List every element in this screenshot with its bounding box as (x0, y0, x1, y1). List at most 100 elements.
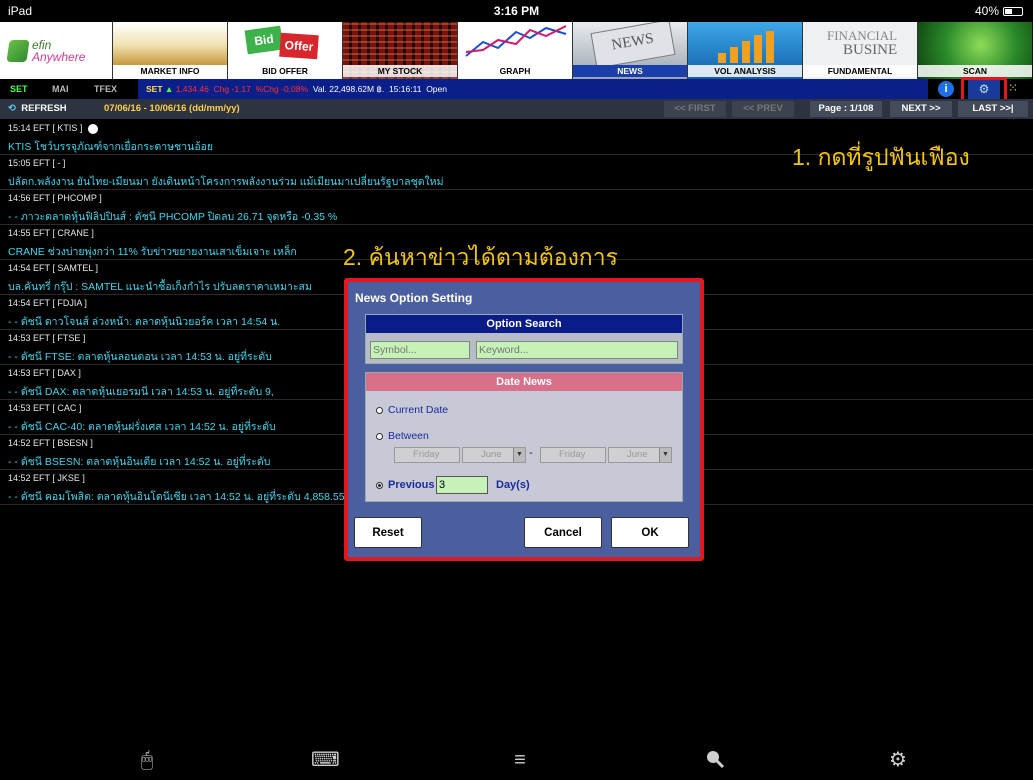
battery-icon (1003, 6, 1023, 16)
first-button[interactable]: << FIRST (664, 101, 726, 117)
menu-news[interactable]: NEWS NEWS (572, 22, 687, 79)
menu-label: VOL ANALYSIS (688, 65, 802, 77)
radio-label: Current Date (388, 404, 449, 416)
status-bar: iPad 3:16 PM 40% (0, 0, 1033, 22)
menu-market-info[interactable]: MARKET INFO (112, 22, 227, 79)
news-header: 15:05 EFT [ - ] (8, 158, 66, 168)
radio-between[interactable]: Between (376, 430, 429, 442)
market-name: SET (146, 84, 163, 94)
up-arrow-icon: ▲ (164, 84, 174, 94)
reset-button[interactable]: Reset (354, 517, 422, 548)
news-header: 15:14 EFT [ KTIS ] (8, 123, 83, 133)
next-button[interactable]: NEXT >> (890, 101, 952, 117)
chg-label: Chg (213, 84, 230, 94)
menu-label: BID OFFER (228, 65, 342, 77)
date-news-section: Date News Current Date Between Friday Ju… (365, 372, 683, 502)
cancel-button[interactable]: Cancel (524, 517, 602, 548)
news-headline: ปลัดก.พลังงาน ยันไทย-เมียนมา ยังเดินหน้า… (8, 176, 444, 188)
info-icon[interactable]: i (938, 81, 954, 97)
new-badge-icon (88, 123, 99, 134)
date-news-header: Date News (366, 373, 682, 391)
prev-button[interactable]: << PREV (732, 101, 794, 117)
ticker-time: 15:16:11 (388, 84, 422, 94)
radio-icon (376, 432, 383, 440)
grid-icon[interactable]: ⁙ (1008, 81, 1026, 97)
chevron-down-icon: ▼ (659, 448, 671, 462)
news-headline: - - ดัชนี BSESN: ตลาดหุ้นอินเดีย เวลา 14… (8, 456, 271, 468)
menu-label: NEWS (573, 65, 687, 77)
dialog-title: News Option Setting (355, 291, 473, 305)
pchg-label: %Chg (255, 84, 279, 94)
menu-graph[interactable]: GRAPH (457, 22, 572, 79)
annotation-step-1: 1. กดที่รูปฟันเฟือง (792, 144, 970, 170)
index-value: 1,434.46 (175, 84, 209, 94)
radio-label: Previous (388, 479, 435, 491)
menu-my-stock[interactable]: MY STOCK (342, 22, 457, 79)
gear-icon[interactable]: ⚙ (886, 748, 910, 772)
news-header: 14:53 EFT [ DAX ] (8, 368, 81, 378)
fundamental-image-text: BUSINE (843, 42, 898, 58)
menu-scan[interactable]: SCAN (917, 22, 1032, 79)
news-headline: - - ดัชนี DAX: ตลาดหุ้นเยอรมนี เวลา 14:5… (8, 386, 274, 398)
annotation-step-2: 2. ค้นหาข่าวได้ตามต้องการ (343, 244, 619, 270)
market-state: Open (426, 84, 447, 94)
previous-days-input[interactable] (436, 476, 488, 494)
radio-label: Between (388, 430, 429, 442)
option-search-section: Option Search (365, 314, 683, 364)
efin-logo: efin Anywhere (0, 22, 112, 79)
news-header: 14:56 EFT [ PHCOMP ] (8, 193, 102, 203)
menu-fundamental[interactable]: FINANCIAL BUSINE FUNDAMENTAL (802, 22, 917, 79)
menu-label: FUNDAMENTAL (803, 65, 917, 77)
mouse-icon[interactable]: 🖱 (135, 748, 159, 772)
refresh-button[interactable]: ⟲ REFRESH (8, 103, 67, 114)
list-item[interactable]: 14:56 EFT [ PHCOMP ] - - ภาวะตลาดหุ้นฟิล… (0, 190, 1033, 225)
news-headline: บล.คันทรี่ กรุ๊ป : SAMTEL แนะนำซื้อเก็งก… (8, 281, 312, 293)
page-indicator: Page : 1/108 (810, 101, 882, 117)
radio-icon (376, 406, 383, 414)
tab-mai[interactable]: MAI (52, 84, 69, 94)
news-header: 14:52 EFT [ BSESN ] (8, 438, 93, 448)
news-headline: - - ภาวะตลาดหุ้นฟิลิปปินส์ : ดัชนี PHCOM… (8, 211, 338, 223)
menu-vol-analysis[interactable]: VOL ANALYSIS (687, 22, 802, 79)
radio-current-date[interactable]: Current Date (376, 404, 448, 416)
refresh-icon: ⟲ (8, 103, 16, 114)
from-month-select[interactable]: June ▼ (462, 447, 526, 463)
list-icon[interactable]: ≡ (508, 748, 532, 772)
news-headline: - - ดัชนี ดาวโจนส์ ล่วงหน้า: ตลาดหุ้นนิว… (8, 316, 281, 328)
radio-selected-icon (376, 481, 383, 489)
keyboard-icon[interactable]: ⌨ (311, 748, 340, 772)
pchg-value: -0.08% (281, 84, 309, 94)
tab-tfex[interactable]: TFEX (94, 84, 117, 94)
radio-previous[interactable]: Previous (376, 479, 434, 491)
search-icon[interactable] (703, 748, 727, 772)
logo-text-2: Anywhere (32, 50, 86, 64)
menu-label: MARKET INFO (113, 65, 227, 77)
menu-label: MY STOCK (343, 65, 457, 77)
newspaper-image: NEWS (590, 22, 676, 69)
last-button[interactable]: LAST >>| (958, 101, 1028, 117)
graph-image (465, 25, 567, 57)
range-dash: - (529, 447, 533, 459)
news-toolbar: ⟲ REFRESH 07/06/16 - 10/06/16 (dd/mm/yy)… (0, 99, 1033, 119)
date-range: 07/06/16 - 10/06/16 (dd/mm/yy) (104, 103, 240, 114)
news-header: 14:53 EFT [ FTSE ] (8, 333, 86, 343)
top-menu: efin Anywhere MARKET INFO Bid Offer BID … (0, 22, 1033, 79)
menu-label: GRAPH (458, 65, 572, 77)
news-header: 14:54 EFT [ SAMTEL ] (8, 263, 99, 273)
menu-bid-offer[interactable]: Bid Offer BID OFFER (227, 22, 342, 79)
news-headline: KTIS โชว์บรรจุภัณฑ์จากเยื่อกระดาษชานอ้อย (8, 141, 214, 153)
ok-button[interactable]: OK (611, 517, 689, 548)
bottom-tab-bar: 🖱 ⌨ ≡ ⚙ (0, 740, 1033, 780)
from-day-select[interactable]: Friday (394, 447, 460, 463)
to-day-select[interactable]: Friday (540, 447, 606, 463)
val-label: Val. (312, 84, 327, 94)
keyword-input[interactable] (476, 341, 678, 359)
bid-sign: Bid (244, 25, 284, 55)
news-headline: - - ดัชนี FTSE: ตลาดหุ้นลอนดอน เวลา 14:5… (8, 351, 272, 363)
val-value: 22,498.62M ฿. (329, 84, 385, 94)
symbol-input[interactable] (370, 341, 470, 359)
clock: 3:16 PM (493, 4, 540, 18)
days-label: Day(s) (496, 479, 530, 491)
tab-set[interactable]: SET (10, 84, 28, 94)
to-month-select[interactable]: June ▼ (608, 447, 672, 463)
